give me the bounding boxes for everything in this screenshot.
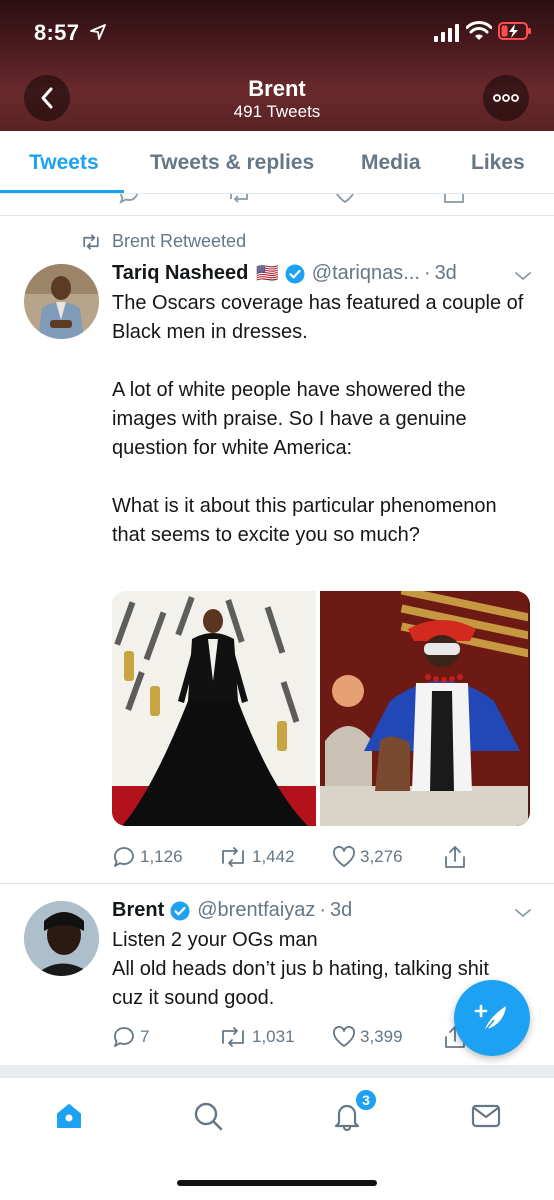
retweet-icon [222, 847, 244, 867]
share-icon [445, 846, 465, 868]
retweet-icon [230, 194, 248, 203]
tweet-text: The Oscars coverage has featured a coupl… [112, 292, 524, 546]
tweet-age: 3d [330, 899, 353, 921]
compose-feather-icon [474, 1004, 506, 1033]
verified-badge-icon [170, 901, 190, 920]
reply-button[interactable]: 1,126 [112, 846, 183, 868]
nav-search[interactable] [188, 1096, 228, 1136]
reply-button[interactable]: 7 [112, 1026, 149, 1048]
heart-icon [333, 846, 355, 867]
media-photo-left[interactable] [112, 591, 317, 826]
verified-badge-icon [285, 264, 305, 283]
home-indicator [177, 1180, 377, 1186]
tweet-age: 3d [434, 262, 457, 284]
mail-icon [471, 1104, 501, 1128]
compose-tweet-button[interactable] [454, 980, 530, 1056]
tweet-card[interactable]: Brent Retweeted Tariq Nasheed 🇺🇸 @tariqn… [0, 217, 554, 884]
author-handle[interactable]: @tariqnas... [312, 262, 420, 285]
tweet-text: Listen 2 your OGs man All old heads don’… [112, 929, 489, 1009]
reply-count: 1,126 [140, 847, 183, 866]
reply-icon [114, 1027, 134, 1047]
author-name[interactable]: Tariq Nasheed [112, 262, 248, 285]
wifi-icon [466, 21, 492, 40]
tab-media[interactable]: Media [361, 151, 421, 175]
notifications-badge: 3 [354, 1088, 378, 1112]
chevron-down-icon[interactable] [514, 270, 532, 282]
tab-tweets-and-replies[interactable]: Tweets & replies [150, 151, 314, 175]
heart-icon [333, 1026, 355, 1047]
reply-count: 7 [140, 1027, 150, 1046]
avatar[interactable] [24, 264, 99, 339]
media-photo-right[interactable] [320, 591, 530, 826]
separator-dot: · [423, 262, 431, 284]
tweet-author-line: Brent @brentfaiyaz · 3d [112, 899, 352, 922]
separator-dot: · [319, 899, 327, 921]
tweet-author-line: Tariq Nasheed 🇺🇸 @tariqnas... · 3d [112, 262, 457, 285]
profile-header: 8:57 Brent 491 Tweets [0, 0, 554, 131]
nav-messages[interactable] [466, 1096, 506, 1136]
avatar-image [24, 264, 99, 339]
chevron-down-icon[interactable] [514, 907, 532, 919]
share-icon [444, 194, 464, 203]
profile-name: Brent [248, 76, 306, 101]
retweet-button[interactable]: 1,031 [218, 1026, 295, 1048]
tweet-media-grid[interactable] [112, 591, 530, 826]
author-handle[interactable]: @brentfaiyaz [197, 899, 315, 922]
like-button[interactable]: 3,399 [332, 1026, 403, 1048]
avatar[interactable] [24, 901, 99, 976]
tab-likes[interactable]: Likes [471, 151, 525, 175]
cellular-signal-icon [434, 24, 459, 42]
retweet-button[interactable]: 1,442 [218, 846, 295, 868]
like-button[interactable]: 3,276 [332, 846, 403, 868]
retweet-context: Brent Retweeted [80, 231, 246, 252]
oscars-dress-photo [112, 591, 317, 826]
like-icon [336, 194, 354, 204]
reply-icon [119, 194, 138, 204]
location-arrow-icon [90, 24, 106, 40]
avatar-image [24, 901, 99, 976]
more-options-button[interactable] [483, 75, 529, 121]
previous-tweet-actions-clipped [0, 194, 554, 216]
reply-icon [114, 847, 134, 867]
profile-tabs: Tweets Tweets & replies Media Likes [0, 131, 554, 194]
retweet-count: 1,442 [252, 847, 295, 866]
active-tab-indicator [0, 190, 124, 193]
like-count: 3,399 [360, 1027, 403, 1046]
tweet-actions: 1,126 1,442 3,276 [112, 846, 532, 870]
more-dots-icon [493, 94, 519, 102]
retweet-count: 1,031 [252, 1027, 295, 1046]
author-name[interactable]: Brent [112, 899, 164, 922]
costume-photo [320, 591, 530, 826]
retweeted-by-label: Brent Retweeted [112, 231, 247, 251]
search-icon [194, 1102, 223, 1131]
section-separator [0, 1065, 554, 1077]
battery-charging-icon [498, 22, 531, 40]
like-count: 3,276 [360, 847, 403, 866]
tweet-count: 491 Tweets [233, 102, 321, 121]
home-icon [57, 1104, 81, 1128]
retweet-icon [222, 1027, 244, 1047]
share-button[interactable] [442, 844, 468, 870]
status-time: 8:57 [34, 20, 80, 45]
us-flag-icon: 🇺🇸 [256, 263, 279, 283]
tab-tweets[interactable]: Tweets [29, 151, 99, 175]
nav-home[interactable] [49, 1096, 89, 1136]
retweet-icon [83, 233, 99, 250]
